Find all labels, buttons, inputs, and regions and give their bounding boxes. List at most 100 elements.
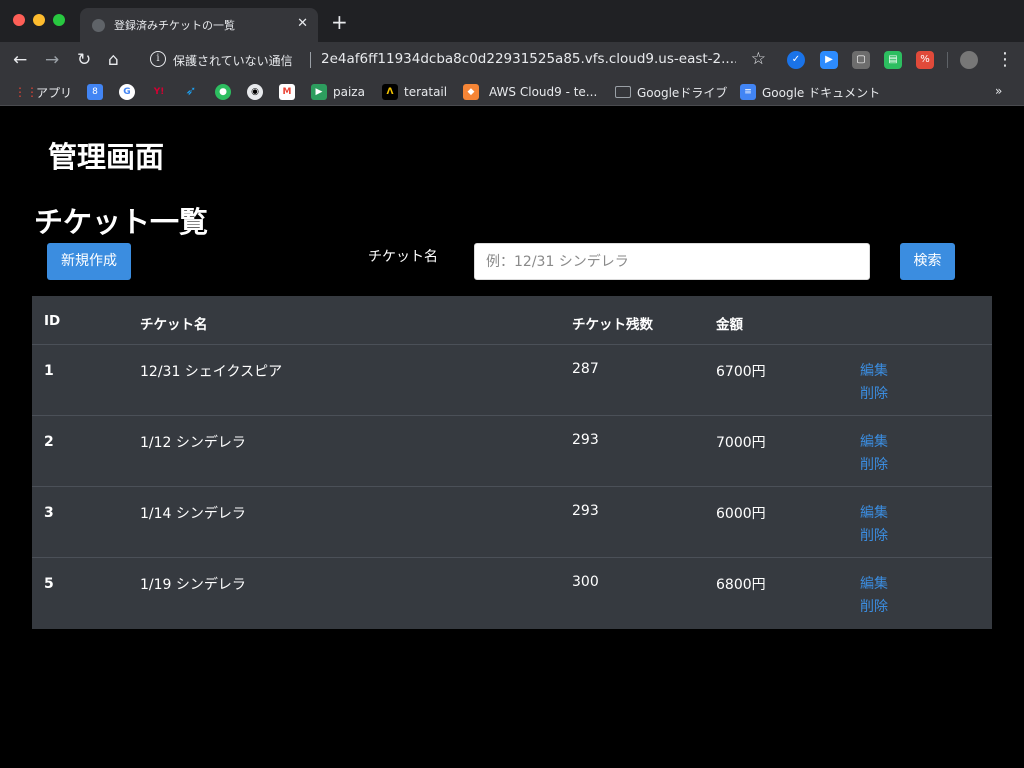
search-input[interactable]	[474, 243, 870, 280]
table-row: 1 12/31 シェイクスピア 287 6700円 編集 削除	[32, 345, 992, 416]
forward-icon[interactable]: →	[45, 50, 59, 70]
cell-id: 5	[44, 576, 54, 592]
evernote-extension-icon[interactable]: ▤	[884, 51, 902, 69]
bookmark-star-icon[interactable]: ☆	[751, 49, 766, 69]
new-ticket-button[interactable]: 新規作成	[47, 243, 131, 280]
tab-title: 登録済みチケットの一覧	[114, 19, 235, 32]
bookmark-label: Googleドライブ	[637, 85, 728, 100]
tab-close-icon[interactable]: ✕	[297, 16, 308, 32]
cell-name: 1/12 シンデレラ	[140, 435, 246, 451]
cell-remaining: 287	[572, 361, 599, 377]
avatar[interactable]	[960, 51, 978, 69]
bookmark-evernote[interactable]: ●	[215, 82, 237, 102]
google-docs-icon: ≡	[740, 84, 756, 100]
bookmark-label: teratail	[404, 85, 448, 99]
bookmark-label: paiza	[333, 85, 365, 99]
bookmark-aws-cloud9[interactable]: ◆ AWS Cloud9 - te...	[463, 82, 597, 102]
cell-name: 1/14 シンデレラ	[140, 506, 246, 522]
browser-menu-icon[interactable]: ⋮	[996, 49, 1014, 70]
delete-link[interactable]: 削除	[860, 454, 888, 474]
edit-link[interactable]: 編集	[860, 431, 888, 451]
bookmark-teratail[interactable]: Λ teratail	[382, 82, 447, 102]
cell-remaining: 293	[572, 432, 599, 448]
teratail-icon: Λ	[382, 84, 398, 100]
back-icon[interactable]: ←	[13, 50, 27, 70]
evernote-icon: ●	[215, 84, 231, 100]
maximize-window-icon[interactable]	[53, 14, 65, 26]
yahoo-icon: Y!	[153, 87, 165, 97]
bookmark-label: アプリ	[36, 85, 73, 100]
cell-price: 6800円	[716, 577, 766, 593]
cell-name: 1/19 シンデレラ	[140, 577, 246, 593]
cell-name: 12/31 シェイクスピア	[140, 364, 283, 380]
github-icon: ◉	[247, 84, 263, 100]
browser-tab[interactable]: 登録済みチケットの一覧 ✕	[80, 8, 318, 42]
table-row: 3 1/14 シンデレラ 293 6000円 編集 削除	[32, 487, 992, 558]
bookmarks-bar: ⋮⋮ アプリ 8 G Y! ➶ ● ◉ M ▶ paiza Λ teratail…	[0, 78, 1024, 106]
google-icon: G	[119, 84, 135, 100]
cell-remaining: 293	[572, 503, 599, 519]
bookmark-calendar[interactable]: 8	[87, 82, 109, 102]
apps-grid-icon: ⋮⋮	[14, 85, 38, 99]
search-button[interactable]: 検索	[900, 243, 955, 280]
column-header-id: ID	[44, 313, 61, 329]
twitter-icon: ➶	[185, 84, 197, 99]
bookmark-label: Google ドキュメント	[762, 85, 881, 100]
delete-link[interactable]: 削除	[860, 525, 888, 545]
browser-tab-bar: 登録済みチケットの一覧 ✕ +	[0, 0, 1024, 42]
gmail-icon: M	[279, 84, 295, 100]
table-header: ID チケット名 チケット残数 金額	[32, 296, 992, 345]
close-window-icon[interactable]	[13, 14, 25, 26]
info-icon[interactable]: i	[150, 51, 166, 67]
home-icon[interactable]: ⌂	[108, 50, 119, 70]
column-header-price: 金額	[716, 317, 743, 333]
cell-id: 2	[44, 434, 54, 450]
edit-link[interactable]: 編集	[860, 573, 888, 593]
cell-id: 1	[44, 363, 54, 379]
search-label: チケット名	[368, 249, 438, 265]
bookmark-gmail[interactable]: M	[279, 82, 301, 102]
bookmark-google[interactable]: G	[119, 82, 141, 102]
edit-link[interactable]: 編集	[860, 360, 888, 380]
browser-toolbar: ← → ↻ ⌂ i 保護されていない通信 2e4af6ff11934dcba8c…	[0, 42, 1024, 78]
zoom-extension-icon[interactable]: ▶	[820, 51, 838, 69]
address-bar[interactable]: i 保護されていない通信 2e4af6ff11934dcba8c0d229315…	[140, 46, 772, 74]
cell-price: 6700円	[716, 364, 766, 380]
column-header-name: チケット名	[140, 317, 208, 333]
paiza-icon: ▶	[311, 84, 327, 100]
bookmark-yahoo[interactable]: Y!	[151, 82, 173, 102]
column-header-remaining: チケット残数	[572, 317, 653, 333]
folder-icon	[615, 86, 631, 98]
globe-icon	[92, 19, 105, 32]
table-row: 2 1/12 シンデレラ 293 7000円 編集 削除	[32, 416, 992, 487]
edit-link[interactable]: 編集	[860, 502, 888, 522]
bookmark-paiza[interactable]: ▶ paiza	[311, 82, 365, 102]
bookmark-apps[interactable]: ⋮⋮ アプリ	[14, 82, 72, 102]
aws-cloud9-icon: ◆	[463, 84, 479, 100]
bookmark-google-docs[interactable]: ≡ Google ドキュメント	[740, 82, 880, 102]
reload-icon[interactable]: ↻	[77, 50, 91, 70]
cell-remaining: 300	[572, 574, 599, 590]
table-row: 5 1/19 シンデレラ 300 6800円 編集 削除	[32, 558, 992, 629]
delete-link[interactable]: 削除	[860, 596, 888, 616]
bookmark-google-drive[interactable]: Googleドライブ	[615, 82, 727, 102]
cell-id: 3	[44, 505, 54, 521]
url-text[interactable]: 2e4af6ff11934dcba8c0d22931525a85.vfs.clo…	[321, 51, 736, 67]
bookmark-label: AWS Cloud9 - te...	[489, 85, 598, 99]
bookmark-twitter[interactable]: ➶	[183, 82, 205, 102]
delete-link[interactable]: 削除	[860, 383, 888, 403]
bookmarks-overflow-icon[interactable]: »	[995, 84, 1002, 98]
minimize-window-icon[interactable]	[33, 14, 45, 26]
site-title: 管理画面	[48, 140, 165, 174]
cell-price: 7000円	[716, 435, 766, 451]
chat-extension-icon[interactable]: ▢	[852, 51, 870, 69]
cell-price: 6000円	[716, 506, 766, 522]
todo-extension-icon[interactable]: %	[916, 51, 934, 69]
new-tab-icon[interactable]: +	[331, 12, 348, 32]
shield-extension-icon[interactable]: ✓	[787, 51, 805, 69]
page-title: チケット一覧	[34, 205, 209, 239]
security-status[interactable]: 保護されていない通信	[173, 52, 293, 69]
bookmark-github[interactable]: ◉	[247, 82, 269, 102]
omnibox-divider	[310, 52, 311, 68]
toolbar-divider	[947, 52, 948, 68]
